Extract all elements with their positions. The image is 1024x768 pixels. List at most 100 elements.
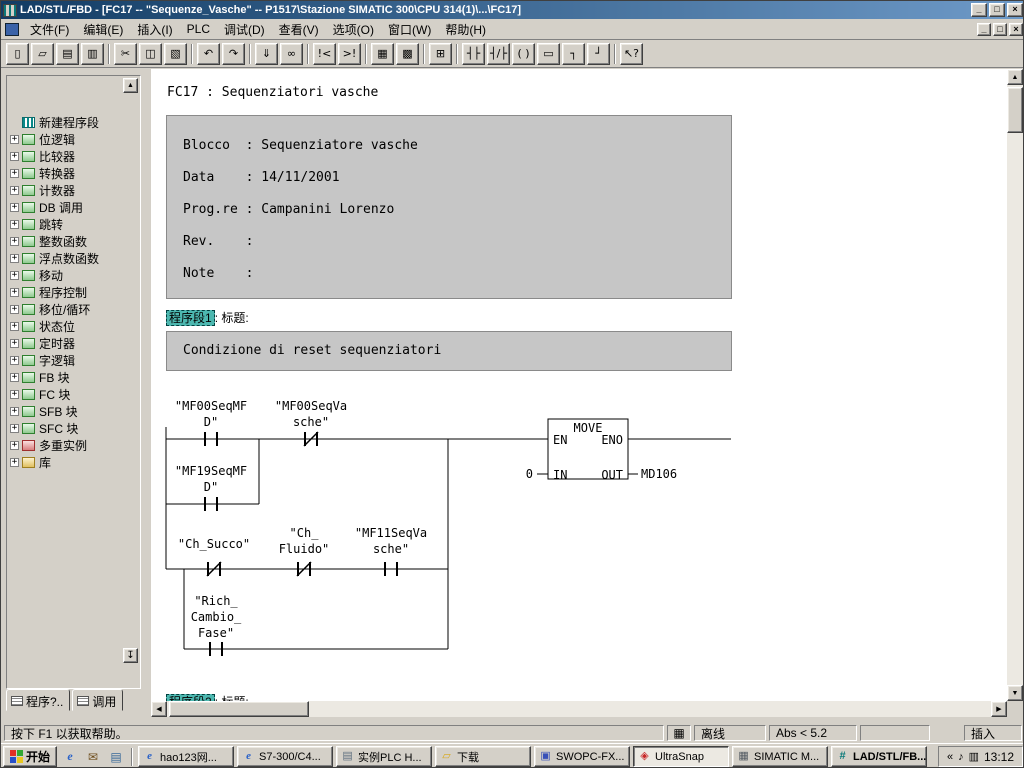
taskbar-task-hao123[interactable]: ehao123网... xyxy=(138,746,234,767)
new-network-button[interactable]: ⊞ xyxy=(429,43,452,65)
tray-expand-button[interactable]: « xyxy=(947,751,953,763)
paste-button[interactable]: ▧ xyxy=(164,43,187,65)
menu-debug[interactable]: 调试(D) xyxy=(217,19,272,40)
tree-scroll-down-button[interactable]: ↧ xyxy=(123,648,138,663)
symbol-table-button[interactable]: ▩ xyxy=(396,43,419,65)
network-1-title-row[interactable]: 程序段1: 标题: xyxy=(166,309,249,326)
contact-label[interactable]: sche" xyxy=(293,415,329,429)
sidebar-item-integer-math[interactable]: +整数函数 xyxy=(10,233,121,250)
save-button[interactable]: ▤ xyxy=(56,43,79,65)
redo-button[interactable]: ↷ xyxy=(222,43,245,65)
sidebar-item-jumps[interactable]: +跳转 xyxy=(10,216,121,233)
contact-label[interactable]: Cambio_ xyxy=(191,610,242,624)
taskbar-task-lad-stl-fbd[interactable]: #LAD/STL/FB... xyxy=(831,746,927,767)
sidebar-item-db-call[interactable]: +DB 调用 xyxy=(10,199,121,216)
network-2-label[interactable]: 程序段2 xyxy=(166,694,215,701)
menu-options[interactable]: 选项(O) xyxy=(326,19,381,40)
expand-box[interactable]: + xyxy=(10,390,19,399)
ladder-editor[interactable]: FC17 : Sequenziatori vasche Blocco : Seq… xyxy=(151,69,1007,701)
expand-box[interactable]: + xyxy=(10,305,19,314)
contact-label[interactable]: Fluido" xyxy=(279,542,330,556)
menu-plc[interactable]: PLC xyxy=(180,20,217,38)
scroll-left-button[interactable]: ◀ xyxy=(151,701,167,717)
contact-label[interactable]: "MF00SeqVa xyxy=(275,399,347,413)
open-branch-button[interactable]: ┐ xyxy=(562,43,585,65)
child-minimize-button[interactable]: _ xyxy=(977,23,991,36)
menu-file[interactable]: 文件(F) xyxy=(23,19,76,40)
contact-nc-button[interactable]: ┤/├ xyxy=(487,43,510,65)
sidebar-item-sfb-blocks[interactable]: +SFB 块 xyxy=(10,403,121,420)
contact-label[interactable]: "Ch_ xyxy=(290,526,320,540)
tab-call-structure[interactable]: 调用 xyxy=(72,689,123,711)
scroll-up-button[interactable]: ▲ xyxy=(1007,69,1023,85)
sidebar-item-new-network[interactable]: 新建程序段 xyxy=(10,114,121,131)
expand-box[interactable]: + xyxy=(10,203,19,212)
expand-box[interactable]: + xyxy=(10,169,19,178)
expand-box[interactable]: + xyxy=(10,458,19,467)
menu-view[interactable]: 查看(V) xyxy=(272,19,326,40)
menu-help[interactable]: 帮助(H) xyxy=(438,19,493,40)
horizontal-scrollbar[interactable]: ◀ ▶ xyxy=(151,701,1007,717)
contact-label[interactable]: D" xyxy=(204,480,218,494)
expand-box[interactable]: + xyxy=(10,322,19,331)
menu-window[interactable]: 窗口(W) xyxy=(381,19,438,40)
taskbar-task-s7-300[interactable]: eS7-300/C4... xyxy=(237,746,333,767)
expand-box[interactable]: + xyxy=(10,339,19,348)
sidebar-item-float-math[interactable]: +浮点数函数 xyxy=(10,250,121,267)
minimize-button[interactable]: _ xyxy=(971,3,987,17)
sidebar-item-word-logic[interactable]: +字逻辑 xyxy=(10,352,121,369)
sidebar-item-comparator[interactable]: +比较器 xyxy=(10,148,121,165)
taskbar-task-plc-doc[interactable]: ▤实例PLC H... xyxy=(336,746,432,767)
move-out-operand[interactable]: MD106 xyxy=(641,467,677,481)
menu-insert[interactable]: 插入(I) xyxy=(130,19,179,40)
network-1-label[interactable]: 程序段1 xyxy=(166,310,215,326)
expand-box[interactable]: + xyxy=(10,271,19,280)
expand-box[interactable]: + xyxy=(10,407,19,416)
expand-box[interactable]: + xyxy=(10,220,19,229)
display-icon[interactable]: ▥ xyxy=(969,750,979,763)
download-button[interactable]: ⇓ xyxy=(255,43,278,65)
contact-label[interactable]: "Rich_ xyxy=(194,594,238,608)
context-help-button[interactable]: ↖? xyxy=(620,43,643,65)
sidebar-item-timers[interactable]: +定时器 xyxy=(10,335,121,352)
taskbar-task-simatic-manager[interactable]: ▦SIMATIC M... xyxy=(732,746,828,767)
scroll-down-button[interactable]: ▼ xyxy=(1007,685,1023,701)
open-button[interactable]: ▱ xyxy=(31,43,54,65)
child-close-button[interactable]: × xyxy=(1009,23,1023,36)
scroll-right-button[interactable]: ▶ xyxy=(991,701,1007,717)
clock[interactable]: 13:12 xyxy=(984,750,1014,764)
quicklaunch-ie-icon[interactable]: e xyxy=(60,747,80,767)
contact-label[interactable]: "MF00SeqMF xyxy=(175,399,247,413)
sidebar-item-converter[interactable]: +转换器 xyxy=(10,165,121,182)
taskbar-task-download-folder[interactable]: ▱下载 xyxy=(435,746,531,767)
quicklaunch-show-desktop-icon[interactable]: ▤ xyxy=(106,747,126,767)
coil-button[interactable]: ( ) xyxy=(512,43,535,65)
tab-program-elements[interactable]: 程序?.. xyxy=(6,689,70,711)
expand-box[interactable]: + xyxy=(10,254,19,263)
contact-label[interactable]: D" xyxy=(204,415,218,429)
contact-label[interactable]: sche" xyxy=(373,542,409,556)
taskbar-task-swopc[interactable]: ▣SWOPC-FX... xyxy=(534,746,630,767)
expand-box[interactable]: + xyxy=(10,441,19,450)
network-overview-button[interactable]: ▦ xyxy=(371,43,394,65)
goto-next-error-button[interactable]: >! xyxy=(338,43,361,65)
child-restore-button[interactable]: □ xyxy=(993,23,1007,36)
expand-box[interactable]: + xyxy=(10,152,19,161)
contact-label[interactable]: Fase" xyxy=(198,626,234,640)
sidebar-item-move[interactable]: +移动 xyxy=(10,267,121,284)
menu-edit[interactable]: 编辑(E) xyxy=(76,19,130,40)
expand-box[interactable]: + xyxy=(10,288,19,297)
horizontal-scroll-thumb[interactable] xyxy=(169,701,309,717)
contact-label[interactable]: "MF19SeqMF xyxy=(175,464,247,478)
contact-label[interactable]: "MF11SeqVa xyxy=(355,526,427,540)
taskbar-task-ultrasnap[interactable]: ◈UltraSnap xyxy=(633,746,729,767)
mdi-child-icon[interactable] xyxy=(5,23,19,36)
sidebar-item-status-bits[interactable]: +状态位 xyxy=(10,318,121,335)
expand-box[interactable]: + xyxy=(10,237,19,246)
sidebar-item-program-control[interactable]: +程序控制 xyxy=(10,284,121,301)
sidebar-item-multi-instance[interactable]: +多重实例 xyxy=(10,437,121,454)
new-button[interactable]: ▯ xyxy=(6,43,29,65)
expand-box[interactable]: + xyxy=(10,424,19,433)
close-branch-button[interactable]: ┘ xyxy=(587,43,610,65)
expand-box[interactable]: + xyxy=(10,186,19,195)
